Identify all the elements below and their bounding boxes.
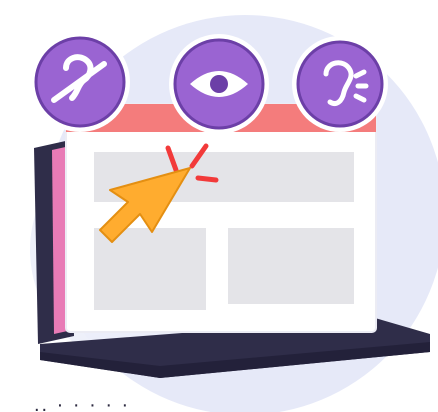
eye-badge [169, 34, 269, 134]
card-placeholder-right [228, 228, 354, 304]
illustration-canvas [30, 15, 438, 412]
footer-text: .. · · · · · [34, 394, 131, 412]
ear-badge [292, 36, 388, 132]
hearing-disabled-badge [30, 32, 130, 132]
accessibility-illustration: .. · · · · · [0, 0, 438, 412]
